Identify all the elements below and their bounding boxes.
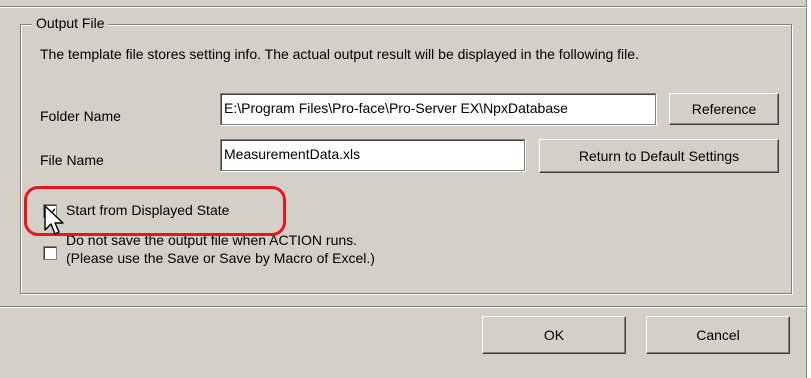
group-title: Output File (32, 15, 109, 31)
folder-name-input[interactable]: E:\Program Files\Pro-face\Pro-Server EX\… (220, 93, 656, 125)
cancel-button[interactable]: Cancel (646, 316, 790, 354)
return-default-button[interactable]: Return to Default Settings (539, 139, 779, 173)
arrow-cursor-icon (44, 205, 64, 235)
dialog: Output File The template file stores set… (0, 0, 809, 378)
top-edge (0, 0, 807, 7)
footer-separator (0, 306, 807, 308)
file-name-input[interactable]: MeasurementData.xls (220, 139, 525, 171)
group-description: The template file stores setting info. T… (40, 46, 639, 62)
folder-name-label: Folder Name (40, 108, 121, 124)
file-name-label: File Name (40, 152, 104, 168)
no-save-label-line2: (Please use the Save or Save by Macro of… (66, 250, 375, 266)
ok-button[interactable]: OK (482, 316, 626, 354)
reference-button[interactable]: Reference (669, 93, 779, 125)
no-save-checkbox[interactable] (43, 246, 57, 260)
